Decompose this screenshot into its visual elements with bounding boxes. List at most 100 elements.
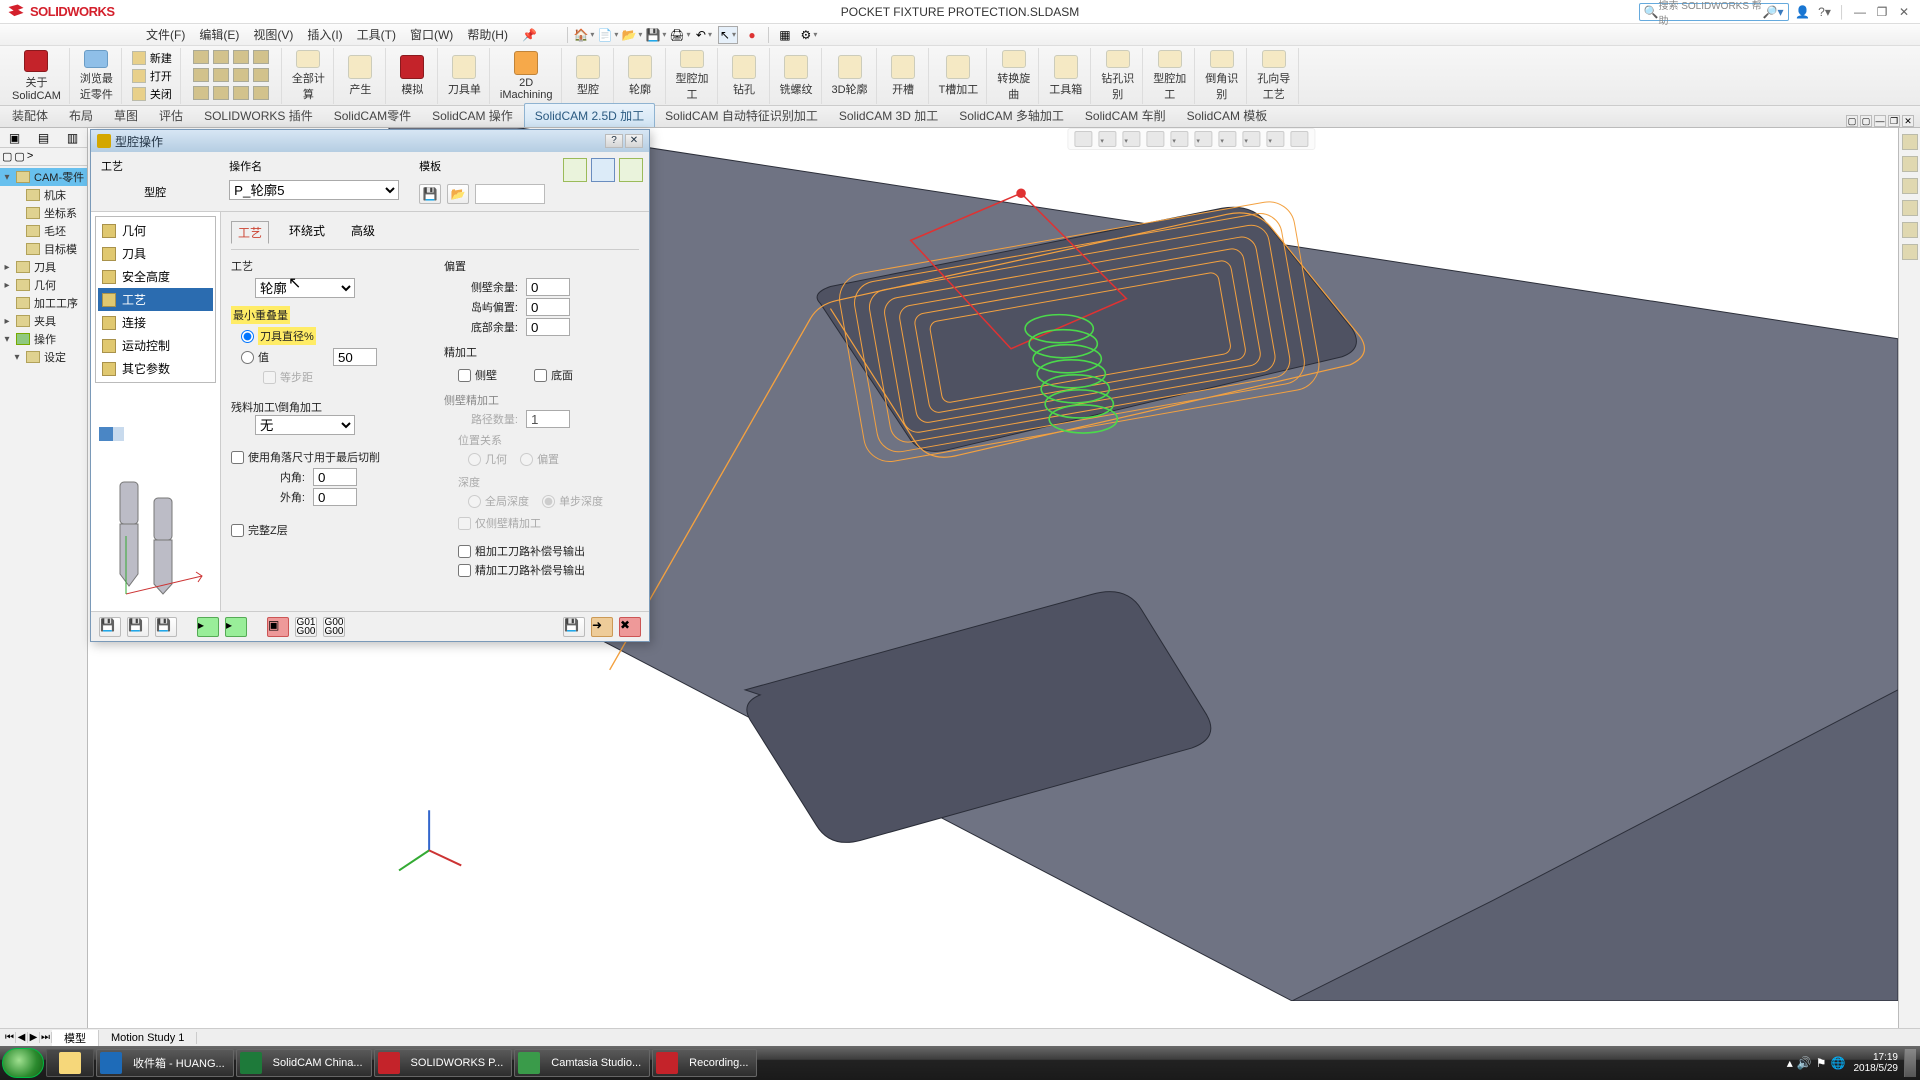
rbtn-chamferrec[interactable]: 倒角识 别 bbox=[1197, 48, 1247, 104]
cmdtab-4[interactable]: SOLIDWORKS 插件 bbox=[194, 104, 324, 127]
nav-prev-icon[interactable]: ◀ bbox=[16, 1032, 28, 1043]
pinned-explorer[interactable] bbox=[46, 1049, 94, 1077]
task-outlook[interactable]: 收件箱 - HUANG... bbox=[96, 1049, 234, 1077]
nav-tool[interactable]: 刀具 bbox=[98, 242, 213, 265]
rbtn-calc-all[interactable]: 全部计 算 bbox=[284, 48, 334, 104]
technology-type-select[interactable]: 轮廓 bbox=[255, 278, 355, 298]
rbtn-drill[interactable]: 钻孔 bbox=[720, 48, 770, 104]
rbtn-threadmill[interactable]: 铣螺纹 bbox=[772, 48, 822, 104]
btn-simulate-icon[interactable]: ▣ bbox=[267, 617, 289, 637]
nav-motion[interactable]: 运动控制 bbox=[98, 334, 213, 357]
rbtn-pocketmill[interactable]: 型腔加 工 bbox=[668, 48, 718, 104]
btn-export-icon[interactable]: 💾 bbox=[563, 617, 585, 637]
template-open-icon[interactable]: 📂 bbox=[447, 184, 469, 204]
nav-technology[interactable]: 工艺 bbox=[98, 288, 213, 311]
panel-stab-2[interactable]: ▢ bbox=[14, 150, 24, 163]
vt-hide-show-icon[interactable] bbox=[1194, 131, 1212, 147]
rbtn-recent[interactable]: 浏览最 近零件 bbox=[72, 48, 122, 104]
menu-pin-icon[interactable]: 📌 bbox=[516, 26, 543, 44]
tree-machproc[interactable]: 加工工序 bbox=[0, 294, 87, 312]
task-camtasia[interactable]: Camtasia Studio... bbox=[514, 1049, 650, 1077]
btn-ok-icon[interactable]: ➜ bbox=[591, 617, 613, 637]
btn-calc2-icon[interactable]: ▸ bbox=[225, 617, 247, 637]
rbtn-slot[interactable]: 开槽 bbox=[879, 48, 929, 104]
rbtn-profile[interactable]: 轮廓 bbox=[616, 48, 666, 104]
template-save-icon[interactable]: 💾 bbox=[419, 184, 441, 204]
taskpane-5-icon[interactable] bbox=[1902, 222, 1918, 238]
rbtn-toolbox[interactable]: 工具箱 bbox=[1041, 48, 1091, 104]
vt-edit-appearance-icon[interactable] bbox=[1218, 131, 1236, 147]
rbtn-holewiz[interactable]: 孔向导 工艺 bbox=[1249, 48, 1299, 104]
wall-allow-input[interactable] bbox=[526, 278, 570, 296]
feature-tree[interactable]: ▾CAM-零件 机床 坐标系 毛坯 目标模 ▸刀具 ▸几何 加工工序 ▸夹具 ▾… bbox=[0, 166, 87, 368]
tree-coord[interactable]: 坐标系 bbox=[0, 204, 87, 222]
tree-ops[interactable]: ▾操作 bbox=[0, 330, 87, 348]
tree-setup[interactable]: ▾设定 bbox=[0, 348, 87, 366]
island-offset-input[interactable] bbox=[526, 298, 570, 316]
btn-save3-icon[interactable]: 💾 bbox=[155, 617, 177, 637]
tree-stock[interactable]: 毛坯 bbox=[0, 222, 87, 240]
cmdtab-8[interactable]: SolidCAM 自动特征识别加工 bbox=[655, 104, 829, 127]
tree-target[interactable]: 目标模 bbox=[0, 240, 87, 258]
rbtn-open[interactable]: 打开 bbox=[132, 68, 172, 84]
operation-name-select[interactable]: P_轮廓5 bbox=[229, 180, 399, 200]
vt-prev-view-icon[interactable] bbox=[1122, 131, 1140, 147]
cmdtab-5[interactable]: SolidCAM零件 bbox=[324, 104, 422, 127]
menu-edit[interactable]: 编辑(E) bbox=[193, 24, 245, 45]
tb-save-icon[interactable]: 💾 bbox=[646, 26, 666, 44]
tb-undo-icon[interactable]: ↶ bbox=[694, 26, 714, 44]
outer-input[interactable] bbox=[313, 488, 357, 506]
head-action-3-icon[interactable] bbox=[619, 158, 643, 182]
rbtn-pocket[interactable]: 型腔 bbox=[564, 48, 614, 104]
cmdtab-6[interactable]: SolidCAM 操作 bbox=[422, 104, 524, 127]
btab-model[interactable]: 模型 bbox=[52, 1030, 99, 1046]
close-icon[interactable]: ✕ bbox=[1896, 4, 1912, 20]
panel-tab-2[interactable]: ▤ bbox=[29, 128, 58, 147]
chk-floor-finish[interactable] bbox=[534, 369, 547, 382]
vt-more-icon[interactable] bbox=[1290, 131, 1308, 147]
tree-geom[interactable]: ▸几何 bbox=[0, 276, 87, 294]
tree-tool[interactable]: ▸刀具 bbox=[0, 258, 87, 276]
rbtn-tslot[interactable]: T槽加工 bbox=[931, 48, 988, 104]
rbtn-drillrec[interactable]: 钻孔识 别 bbox=[1093, 48, 1143, 104]
vt-zoom-area-icon[interactable] bbox=[1098, 131, 1116, 147]
cmdtab-9[interactable]: SolidCAM 3D 加工 bbox=[829, 104, 949, 127]
task-solidworks[interactable]: SOLIDWORKS P... bbox=[374, 1049, 513, 1077]
btn-save-icon[interactable]: 💾 bbox=[99, 617, 121, 637]
help-icon[interactable]: ?▾ bbox=[1817, 4, 1833, 20]
tab-spiral[interactable]: 环绕式 bbox=[283, 220, 331, 243]
cmdtab-12[interactable]: SolidCAM 模板 bbox=[1177, 104, 1279, 127]
vt-apply-scene-icon[interactable] bbox=[1242, 131, 1260, 147]
head-action-1-icon[interactable] bbox=[563, 158, 587, 182]
taskpane-3-icon[interactable] bbox=[1902, 178, 1918, 194]
chk-finish-comp[interactable] bbox=[458, 564, 471, 577]
menu-tools[interactable]: 工具(T) bbox=[351, 24, 402, 45]
rbtn-convert[interactable]: 转换旋 曲 bbox=[989, 48, 1039, 104]
residual-select[interactable]: 无 bbox=[255, 415, 355, 435]
btn-g01[interactable]: G01 G00 bbox=[295, 617, 317, 637]
menu-file[interactable]: 文件(F) bbox=[140, 24, 191, 45]
chk-rough-comp[interactable] bbox=[458, 545, 471, 558]
value-input[interactable] bbox=[333, 348, 377, 366]
tab-ctl-2[interactable]: ▢ bbox=[1860, 115, 1872, 127]
head-action-2-icon[interactable] bbox=[591, 158, 615, 182]
nav-link[interactable]: 连接 bbox=[98, 311, 213, 334]
task-excel[interactable]: SolidCAM China... bbox=[236, 1049, 372, 1077]
user-icon[interactable]: 👤 bbox=[1795, 4, 1811, 20]
tb-print-icon[interactable]: 🖨 bbox=[670, 26, 690, 44]
cmdtab-10[interactable]: SolidCAM 多轴加工 bbox=[949, 104, 1075, 127]
tab-ctl-5[interactable]: ✕ bbox=[1902, 115, 1914, 127]
nav-first-icon[interactable]: ⏮ bbox=[4, 1032, 16, 1043]
vt-section-icon[interactable] bbox=[1146, 131, 1164, 147]
menu-insert[interactable]: 插入(I) bbox=[301, 24, 348, 45]
tab-ctl-3[interactable]: — bbox=[1874, 115, 1886, 127]
tb-select-icon[interactable]: ↖ bbox=[718, 26, 738, 44]
menu-help[interactable]: 帮助(H) bbox=[461, 24, 514, 45]
tab-ctl-1[interactable]: ▢ bbox=[1846, 115, 1858, 127]
btn-save2-icon[interactable]: 💾 bbox=[127, 617, 149, 637]
template-field[interactable] bbox=[475, 184, 545, 204]
tb-rebuild-icon[interactable]: ● bbox=[742, 26, 762, 44]
nav-last-icon[interactable]: ⏭ bbox=[40, 1032, 52, 1043]
show-desktop[interactable] bbox=[1904, 1049, 1916, 1077]
chk-corner-size[interactable] bbox=[231, 451, 244, 464]
